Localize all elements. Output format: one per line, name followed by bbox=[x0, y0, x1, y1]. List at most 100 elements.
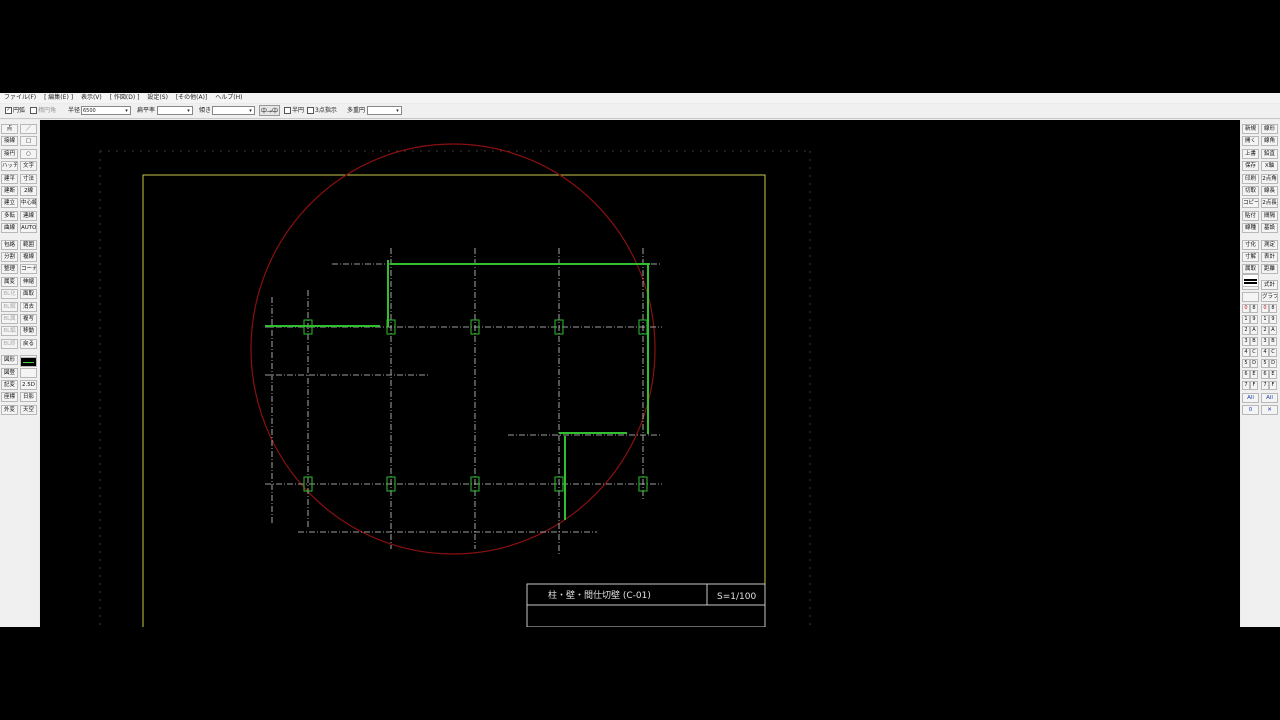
menu-view[interactable]: 表示(V) bbox=[81, 94, 102, 101]
left-tool-3-1[interactable]: 文字 bbox=[20, 161, 37, 172]
layer-zero-button[interactable]: 0 bbox=[1242, 405, 1259, 415]
left-tool-18-0[interactable]: 図形 bbox=[1, 355, 18, 366]
left-tool-12-1[interactable]: 伸縮 bbox=[20, 276, 37, 287]
right-tool-3-0[interactable]: 保存 bbox=[1242, 161, 1259, 172]
layer-button[interactable]: 1 bbox=[1261, 315, 1269, 324]
menu-other[interactable]: [その他(A)] bbox=[176, 94, 207, 101]
three-point-checkbox[interactable]: 3点指示 bbox=[307, 104, 337, 118]
right-tool-0-0[interactable]: 新規 bbox=[1242, 124, 1259, 134]
tilt-combo[interactable]: ▾ bbox=[212, 106, 255, 115]
left-tool-13-1[interactable]: 面取 bbox=[20, 289, 37, 300]
layer-button[interactable]: 9 bbox=[1269, 315, 1277, 324]
ellipse-checkbox[interactable]: 楕円角 bbox=[30, 104, 56, 118]
line-type-swatch[interactable] bbox=[1242, 274, 1259, 287]
left-tool-17-1[interactable]: 戻る bbox=[20, 338, 37, 349]
right-tool-6-0[interactable]: コピー bbox=[1242, 198, 1259, 209]
layer-button[interactable]: 5 bbox=[1242, 359, 1250, 368]
left-tool-1-1[interactable]: □ bbox=[20, 136, 37, 147]
left-tool-12-0[interactable]: 属変 bbox=[1, 276, 18, 287]
right-tool-1-1[interactable]: 線角 bbox=[1261, 136, 1278, 147]
left-tool-2-1[interactable]: ○ bbox=[20, 148, 37, 159]
left-tool-3-0[interactable]: ハッチ bbox=[1, 161, 18, 172]
left-tool-22-0[interactable]: 外変 bbox=[1, 404, 18, 415]
circle-checkbox[interactable]: 円弧 bbox=[5, 104, 25, 118]
layer-button[interactable]: 8 bbox=[1250, 304, 1258, 313]
right-tool-2-0[interactable]: 上書 bbox=[1242, 148, 1259, 159]
menu-draw[interactable]: [ 作図(D) ] bbox=[110, 94, 140, 101]
menu-settings[interactable]: 設定(S) bbox=[147, 94, 168, 101]
left-tool-8-0[interactable]: 曲線 bbox=[1, 223, 18, 234]
layer-button[interactable]: A bbox=[1269, 326, 1277, 335]
right-tool-5-1[interactable]: 線長 bbox=[1261, 186, 1278, 196]
left-tool-6-1[interactable]: 中心線 bbox=[20, 198, 37, 209]
layer-button[interactable]: E bbox=[1269, 370, 1277, 379]
right-tool-2-1[interactable]: 鉛直 bbox=[1261, 148, 1278, 159]
left-tool-17-0[interactable]: BL終 bbox=[1, 338, 18, 349]
layer-all-left-button[interactable]: All bbox=[1242, 393, 1259, 403]
layer-button[interactable]: A bbox=[1250, 326, 1258, 335]
layer-button[interactable]: 2 bbox=[1242, 326, 1250, 335]
layer-button[interactable]: 3 bbox=[1261, 337, 1269, 346]
menu-help[interactable]: ヘルプ(H) bbox=[215, 94, 242, 101]
layer-button[interactable]: F bbox=[1250, 381, 1258, 390]
layer-button[interactable]: 6 bbox=[1242, 370, 1250, 379]
right-tool-7-1[interactable]: 間隔 bbox=[1261, 210, 1278, 221]
right-tool-13-0[interactable] bbox=[1242, 292, 1259, 303]
right-tool-10-0[interactable]: 寸解 bbox=[1242, 252, 1259, 262]
layer-button[interactable]: B bbox=[1269, 337, 1277, 346]
left-tool-1-0[interactable]: 接線 bbox=[1, 136, 18, 147]
left-tool-0-0[interactable]: 点 bbox=[1, 124, 18, 134]
right-tool-0-1[interactable]: 線形 bbox=[1261, 124, 1278, 134]
right-tool-9-1[interactable]: 測定 bbox=[1261, 239, 1278, 250]
layer-button[interactable]: B bbox=[1250, 337, 1258, 346]
left-tool-5-1[interactable]: 2線 bbox=[20, 186, 37, 196]
right-tool-8-1[interactable]: 基設 bbox=[1261, 223, 1278, 234]
layer-button[interactable]: 0 bbox=[1242, 304, 1250, 313]
right-tool-7-0[interactable]: 貼付 bbox=[1242, 210, 1259, 221]
layer-button[interactable]: 3 bbox=[1242, 337, 1250, 346]
left-tool-21-0[interactable]: 座標 bbox=[1, 392, 18, 403]
left-tool-0-1[interactable]: ／ bbox=[20, 124, 37, 134]
left-tool-13-0[interactable]: BL化 bbox=[1, 289, 18, 300]
layer-button[interactable]: F bbox=[1269, 381, 1277, 390]
layer-button[interactable]: E bbox=[1250, 370, 1258, 379]
right-tool-3-1[interactable]: X軸 bbox=[1261, 161, 1278, 172]
left-tool-4-0[interactable]: 建平 bbox=[1, 173, 18, 184]
left-tool-11-1[interactable]: コーナー bbox=[20, 264, 37, 275]
close-icon[interactable]: ✕ bbox=[1261, 405, 1278, 415]
left-tool-9-1[interactable]: 範囲 bbox=[20, 239, 37, 250]
layer-button[interactable]: 1 bbox=[1242, 315, 1250, 324]
left-tool-6-0[interactable]: 建立 bbox=[1, 198, 18, 209]
layer-button[interactable]: D bbox=[1269, 359, 1277, 368]
left-tool-11-0[interactable]: 整理 bbox=[1, 264, 18, 275]
left-tool-15-0[interactable]: BL属 bbox=[1, 314, 18, 324]
right-tool-4-0[interactable]: 印刷 bbox=[1242, 173, 1259, 184]
left-tool-10-1[interactable]: 複線 bbox=[20, 252, 37, 262]
left-tool-14-0[interactable]: BL解 bbox=[1, 301, 18, 312]
right-tool-1-0[interactable]: 開く bbox=[1242, 136, 1259, 147]
radius-combo[interactable]: 6500 ▾ bbox=[81, 106, 131, 115]
left-tool-19-1[interactable] bbox=[20, 367, 37, 378]
left-tool-5-0[interactable]: 建断 bbox=[1, 186, 18, 196]
layer-button[interactable]: 4 bbox=[1242, 348, 1250, 357]
right-tool-4-1[interactable]: 2点角 bbox=[1261, 173, 1278, 184]
line-attribute-swatch[interactable] bbox=[20, 357, 37, 367]
left-tool-19-0[interactable]: 図登 bbox=[1, 367, 18, 378]
layer-button[interactable]: 4 bbox=[1261, 348, 1269, 357]
midpoint-button[interactable]: 中→中 bbox=[259, 105, 280, 116]
layer-button[interactable]: C bbox=[1250, 348, 1258, 357]
left-tool-7-0[interactable]: 多転 bbox=[1, 210, 18, 221]
menu-file[interactable]: ファイル(F) bbox=[4, 94, 36, 101]
left-tool-9-0[interactable]: 包絡 bbox=[1, 239, 18, 250]
layer-all-right-button[interactable]: All bbox=[1261, 393, 1278, 403]
right-tool-11-1[interactable]: 距離 bbox=[1261, 264, 1278, 275]
right-tool-13-1[interactable]: グラフ bbox=[1261, 292, 1278, 303]
layer-button[interactable]: 7 bbox=[1261, 381, 1269, 390]
right-tool-6-1[interactable]: 2点長 bbox=[1261, 198, 1278, 209]
layer-button[interactable]: 8 bbox=[1269, 304, 1277, 313]
polygon-combo[interactable]: ▾ bbox=[367, 106, 402, 115]
layer-button[interactable]: D bbox=[1250, 359, 1258, 368]
left-tool-4-1[interactable]: 寸法 bbox=[20, 173, 37, 184]
right-tool-9-0[interactable]: 寸化 bbox=[1242, 239, 1259, 250]
left-tool-22-1[interactable]: 天空 bbox=[20, 404, 37, 415]
